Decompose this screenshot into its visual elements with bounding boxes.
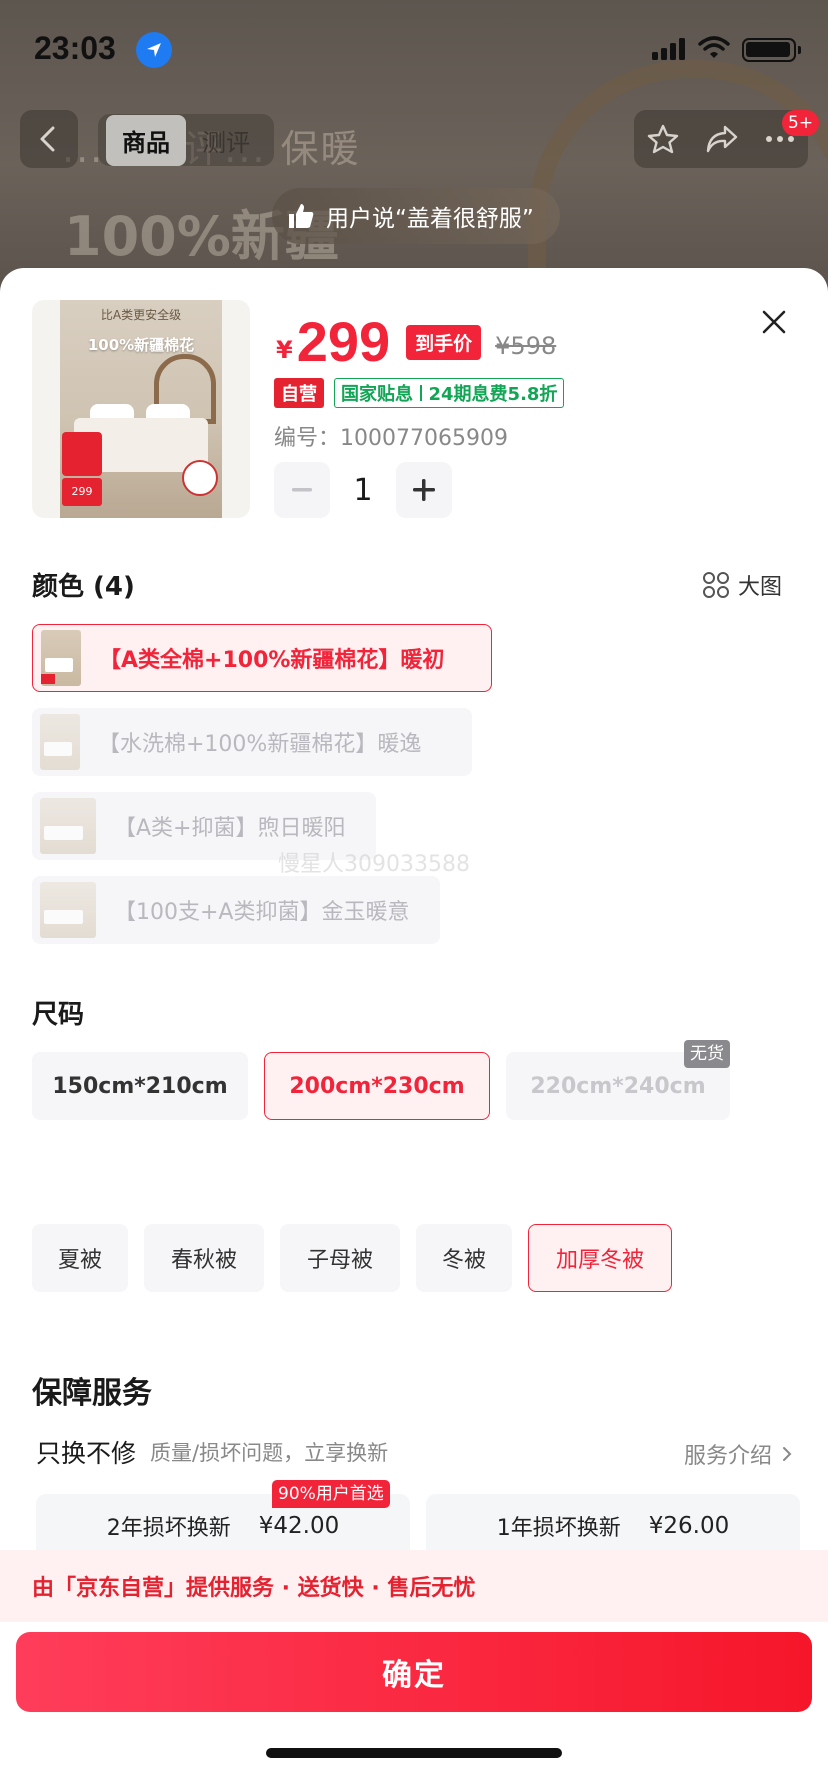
color-option-image [40,798,96,854]
watermark: 慢星人309033588 [278,852,470,877]
back-button[interactable] [20,110,78,168]
status-time: 23:03 [34,30,116,66]
subsidy-tag-a: 国家贴息 [341,384,413,405]
star-icon[interactable] [647,123,679,155]
final-price-tag: 到手价 [406,325,482,360]
grid-icon [703,572,729,598]
status-bar: 23:03 [0,0,828,100]
service-name: 只换不修 [36,1439,137,1468]
type-option[interactable]: 夏被 [32,1224,128,1292]
home-indicator[interactable] [266,1748,562,1758]
price-currency: ¥ [276,336,293,364]
service-recommend-badge: 90%用户首选 [272,1480,390,1508]
service-card-price: ¥26.00 [648,1513,730,1539]
product-tags: 自营 国家贴息 24期息费5.8折 [274,378,565,408]
color-option-image [40,882,96,938]
back-chevron-icon [40,126,55,152]
thumbnail-image: 比A类更安全级 100%新疆棉花 299 [60,300,222,518]
thumbnail-headline: 比A类更安全级 [100,308,182,322]
thumbnail-promo-badge [62,432,102,476]
color-option-label: 【A类+抑菌】煦日暖阳 [114,816,346,841]
price-value: 299 [296,310,391,373]
user-review-pill[interactable]: 用户说“盖着很舒服” [272,188,560,244]
increase-button[interactable] [396,462,452,518]
minus-icon [292,488,312,492]
color-option-label: 【100支+A类抑菌】金玉暖意 [114,900,410,925]
plus-icon [413,479,435,501]
tab-product[interactable]: 商品 [106,114,186,166]
confirm-area: 确定 [0,1622,828,1792]
service-card-label: 1年损坏换新 [496,1516,621,1541]
service-card-price: ¥42.00 [258,1513,340,1539]
subsidy-divider [420,385,422,401]
subsidy-tag: 国家贴息 24期息费5.8折 [334,378,565,408]
sku-number: 编号：100077065909 [274,426,508,451]
out-of-stock-badge: 无货 [684,1040,730,1068]
size-option-selected[interactable]: 200cm*230cm [264,1052,490,1120]
size-option[interactable]: 150cm*210cm [32,1052,248,1120]
sku-selector-sheet: 比A类更安全级 100%新疆棉花 299 ¥ 299 到手价 ¥598 自营 国… [0,268,828,1792]
color-option[interactable]: 【A类全棉+100%新疆棉花】暖初 [32,624,492,692]
big-image-toggle[interactable]: 大图 [702,568,782,602]
color-option-image [40,714,80,770]
more-icon[interactable] [765,135,795,143]
chevron-right-icon [783,1447,792,1461]
service-row: 只换不修 质量/损坏问题，立享换新 服务介绍 [36,1432,792,1472]
color-section-title: 颜色 (4) [32,572,135,602]
signal-icon [652,38,685,60]
location-arrow-icon [136,32,172,68]
self-operated-tag: 自营 [274,378,324,408]
tab-review[interactable]: 测评 [186,115,266,166]
top-nav: 商品 测评 [0,110,828,172]
type-option[interactable]: 冬被 [416,1224,512,1292]
cart-count-badge: 5+ [782,110,820,136]
type-option[interactable]: 春秋被 [144,1224,264,1292]
thumbnail-title: 100%新疆棉花 [87,336,195,354]
quantity-stepper: 1 [274,462,452,518]
thumbs-up-icon [289,204,314,228]
quantity-value[interactable]: 1 [330,473,396,508]
type-option-selected[interactable]: 加厚冬被 [528,1224,672,1292]
subsidy-tag-b: 24期息费5.8折 [428,384,558,405]
color-option-label: 【A类全棉+100%新疆棉花】暖初 [99,648,445,673]
thumbnail-seal [182,460,218,496]
service-card-label: 2年损坏换新 [106,1516,231,1541]
service-promise-bar: 由「京东自营」提供服务 · 送货快 · 售后无忧 [0,1550,828,1622]
price-row: ¥ 299 到手价 ¥598 [276,304,556,370]
color-option-label: 【水洗棉+100%新疆棉花】暖逸 [98,732,422,757]
service-description: 质量/损坏问题，立享换新 [150,1441,389,1465]
decrease-button[interactable] [274,462,330,518]
close-button[interactable] [756,304,792,340]
share-icon[interactable] [705,124,739,154]
color-option[interactable]: 【100支+A类抑菌】金玉暖意 [32,876,440,944]
confirm-button[interactable]: 确定 [16,1632,812,1712]
color-option-image [41,630,81,686]
service-card[interactable]: 1年损坏换新 ¥26.00 [426,1494,800,1558]
service-intro-link[interactable]: 服务介绍 [684,1438,792,1470]
service-intro-label: 服务介绍 [683,1444,772,1469]
type-option[interactable]: 子母被 [280,1224,400,1292]
wifi-icon [698,36,730,58]
product-thumbnail[interactable]: 比A类更安全级 100%新疆棉花 299 [32,300,250,518]
nav-tabs: 商品 测评 [98,114,274,166]
service-section-title: 保障服务 [32,1376,152,1411]
size-section-title: 尺码 [32,1000,85,1030]
close-icon [762,310,786,334]
user-review-text: 用户说“盖着很舒服” [326,206,534,232]
original-price: ¥598 [495,332,557,360]
thumbnail-price: 299 [62,478,102,506]
color-option[interactable]: 【水洗棉+100%新疆棉花】暖逸 [32,708,472,776]
big-image-label: 大图 [738,575,783,600]
battery-icon [742,38,801,62]
